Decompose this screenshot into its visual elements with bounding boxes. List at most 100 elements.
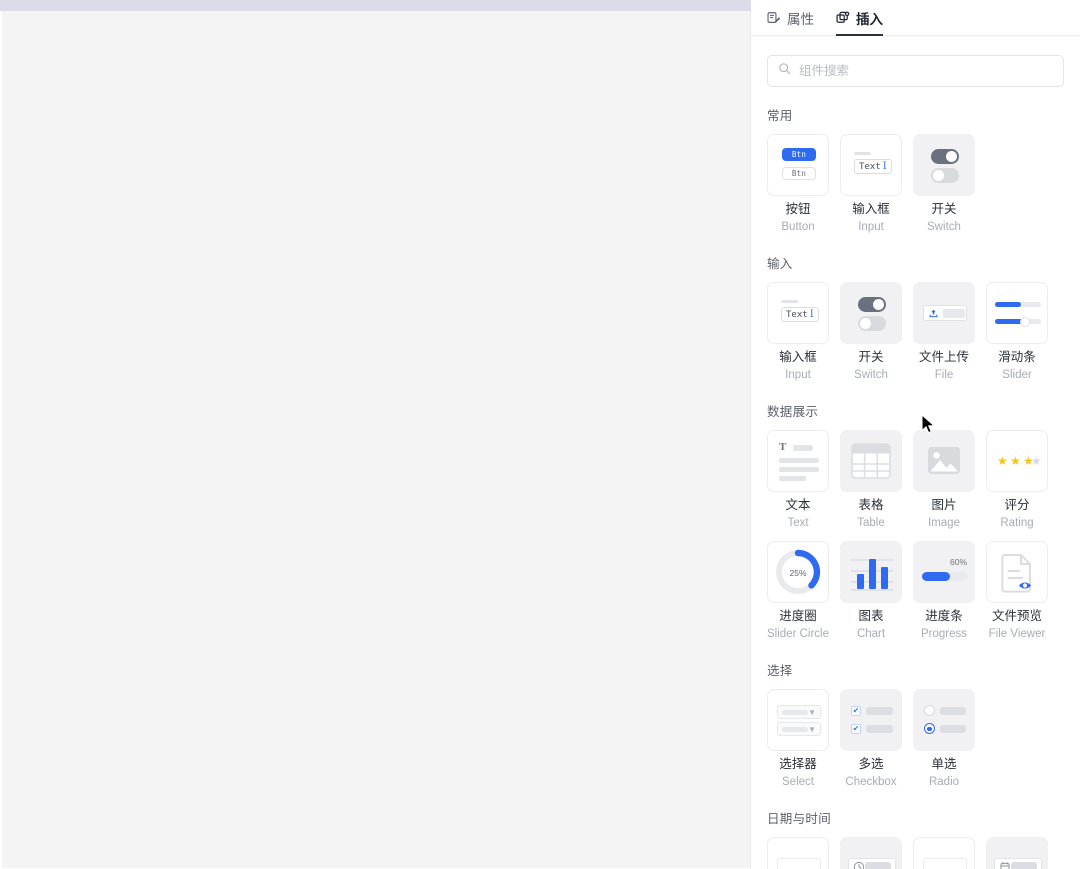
progress-bar-fill bbox=[922, 572, 950, 582]
component-item-rating[interactable]: ★ ★ ★ ★ 评分 Rating bbox=[986, 430, 1048, 531]
component-item-chart[interactable]: 图表 Chart bbox=[840, 541, 902, 642]
chart-gridline bbox=[851, 589, 893, 591]
panel-tabbar: 属性 插入 bbox=[751, 0, 1080, 36]
component-labels: 进度条 Progress bbox=[913, 608, 975, 642]
component-label-en: Slider Circle bbox=[767, 627, 829, 640]
component-tile-radio[interactable] bbox=[913, 689, 975, 752]
component-labels: 开关 Switch bbox=[913, 201, 975, 235]
component-labels: 文件上传 File bbox=[913, 349, 975, 383]
search-box[interactable] bbox=[767, 55, 1064, 87]
component-tile-date-picker[interactable] bbox=[767, 837, 829, 869]
component-item-slider[interactable]: 滑动条 Slider bbox=[986, 282, 1048, 383]
time-art-box bbox=[848, 858, 896, 869]
component-item-progress-circle[interactable]: 25% 进度圈 Slider Circle bbox=[767, 541, 829, 642]
section-selection: 选择 ▼ ▼ 选择器 Select ✔ ✔ 多选 Checkbox 单选 Rad… bbox=[767, 660, 1064, 790]
tab-properties[interactable]: 属性 bbox=[767, 0, 814, 36]
component-tile-text[interactable]: T bbox=[767, 430, 829, 493]
component-tile-checkbox[interactable]: ✔ ✔ bbox=[840, 689, 902, 752]
tab-properties-label: 属性 bbox=[787, 11, 814, 27]
slider-component-icon bbox=[987, 283, 1047, 343]
component-item-select[interactable]: ▼ ▼ 选择器 Select bbox=[767, 689, 829, 790]
canvas-board[interactable] bbox=[1, 11, 750, 868]
component-tile-switch[interactable] bbox=[913, 134, 975, 196]
component-tile-switch[interactable] bbox=[840, 282, 902, 345]
component-tile-button[interactable]: Btn Btn bbox=[767, 134, 829, 196]
component-tile-slider[interactable] bbox=[986, 282, 1048, 345]
component-item-time-picker[interactable] bbox=[840, 837, 902, 869]
section-title-date-time: 日期与时间 bbox=[767, 812, 832, 827]
component-item-radio[interactable]: 单选 Radio bbox=[913, 689, 975, 790]
search-icon bbox=[778, 62, 791, 80]
component-item-table[interactable]: 表格 Table bbox=[840, 430, 902, 531]
radio-art-label-1 bbox=[940, 707, 966, 716]
radio-art-off bbox=[924, 705, 935, 717]
component-grid-data-display: T 文本 Text 表格 Table 图片 Image ★ ★ ★ ★ 评分 R… bbox=[767, 430, 1064, 642]
progress-circle-icon: 25% bbox=[768, 542, 828, 602]
component-label-cn: 滑动条 bbox=[998, 350, 1036, 365]
radio-art-on bbox=[924, 723, 935, 735]
component-item-calendar-picker[interactable] bbox=[986, 837, 1048, 869]
component-label-cn: 文本 bbox=[785, 498, 811, 513]
component-item-button[interactable]: Btn Btn 按钮 Button bbox=[767, 134, 829, 235]
component-item-date-picker[interactable] bbox=[767, 837, 829, 869]
component-item-input[interactable]: Text I 输入框 Input bbox=[767, 282, 829, 383]
component-tile-time-picker[interactable] bbox=[840, 837, 902, 869]
component-label-en: Radio bbox=[928, 776, 960, 789]
search-input[interactable] bbox=[799, 64, 1053, 78]
radio-component-icon bbox=[914, 690, 974, 750]
component-tile-table[interactable] bbox=[840, 430, 902, 493]
component-item-progress-bar[interactable]: 60% 进度条 Progress bbox=[913, 541, 975, 642]
calendar-icon bbox=[1000, 861, 1010, 869]
component-item-switch[interactable]: 开关 Switch bbox=[840, 282, 902, 383]
component-item-image[interactable]: 图片 Image bbox=[913, 430, 975, 531]
component-tile-rating[interactable]: ★ ★ ★ ★ bbox=[986, 430, 1048, 493]
component-tile-image[interactable] bbox=[913, 430, 975, 493]
date-picker-icon bbox=[768, 838, 828, 869]
component-label-en: Chart bbox=[856, 627, 886, 640]
input-art-box: Text I bbox=[781, 307, 819, 323]
component-tile-calendar-picker[interactable] bbox=[986, 837, 1048, 869]
btn-art-filled: Btn bbox=[782, 148, 816, 161]
component-tile-progress-bar[interactable]: 60% bbox=[913, 541, 975, 604]
component-label-cn: 开关 bbox=[858, 350, 884, 365]
switch-art-on bbox=[931, 149, 959, 164]
component-item-text[interactable]: T 文本 Text bbox=[767, 430, 829, 531]
component-labels: 输入框 Input bbox=[767, 349, 829, 383]
component-item-file-preview[interactable]: 文件预览 File Viewer bbox=[986, 541, 1048, 642]
text-art-title bbox=[793, 445, 813, 452]
component-item-checkbox[interactable]: ✔ ✔ 多选 Checkbox bbox=[840, 689, 902, 790]
design-canvas[interactable] bbox=[0, 0, 751, 869]
button-component-icon: Btn Btn bbox=[768, 135, 828, 195]
section-title-common: 常用 bbox=[767, 109, 793, 123]
component-tile-select[interactable]: ▼ ▼ bbox=[767, 689, 829, 752]
progress-bar-icon: 60% bbox=[914, 542, 974, 602]
slider-art-fill-1 bbox=[995, 302, 1021, 308]
component-item-input[interactable]: Text I 输入框 Input bbox=[840, 134, 902, 235]
chart-bar bbox=[881, 567, 888, 590]
input-art-text: Text bbox=[859, 161, 881, 172]
component-label-en: Switch bbox=[927, 220, 961, 233]
text-component-icon: T bbox=[768, 431, 828, 491]
calendar-art-box bbox=[994, 858, 1042, 869]
component-tile-file-preview[interactable] bbox=[986, 541, 1048, 604]
component-tile-file-upload[interactable] bbox=[913, 282, 975, 345]
tab-insert[interactable]: 插入 bbox=[836, 0, 883, 36]
component-tile-date-range[interactable] bbox=[913, 837, 975, 869]
component-labels: 单选 Radio bbox=[913, 756, 975, 790]
component-item-file-upload[interactable]: 文件上传 File bbox=[913, 282, 975, 383]
component-labels: 图片 Image bbox=[913, 497, 975, 531]
component-tile-input[interactable]: Text I bbox=[840, 134, 902, 196]
component-tile-chart[interactable] bbox=[840, 541, 902, 604]
component-item-switch[interactable]: 开关 Switch bbox=[913, 134, 975, 235]
star-filled-icon: ★ bbox=[1010, 454, 1021, 469]
component-item-date-range[interactable] bbox=[913, 837, 975, 869]
checkbox-art-1: ✔ bbox=[851, 706, 861, 717]
component-label-cn: 图表 bbox=[858, 609, 884, 624]
component-label-en: Button bbox=[781, 220, 815, 233]
component-tile-input[interactable]: Text I bbox=[767, 282, 829, 345]
section-data-display: 数据展示 T 文本 Text 表格 Table 图片 Image ★ ★ ★ ★… bbox=[767, 401, 1064, 642]
component-tile-progress-circle[interactable]: 25% bbox=[767, 541, 829, 604]
calendar-picker-icon bbox=[987, 838, 1047, 869]
component-label-en: Switch bbox=[854, 368, 888, 381]
component-label-cn: 图片 bbox=[931, 498, 957, 513]
